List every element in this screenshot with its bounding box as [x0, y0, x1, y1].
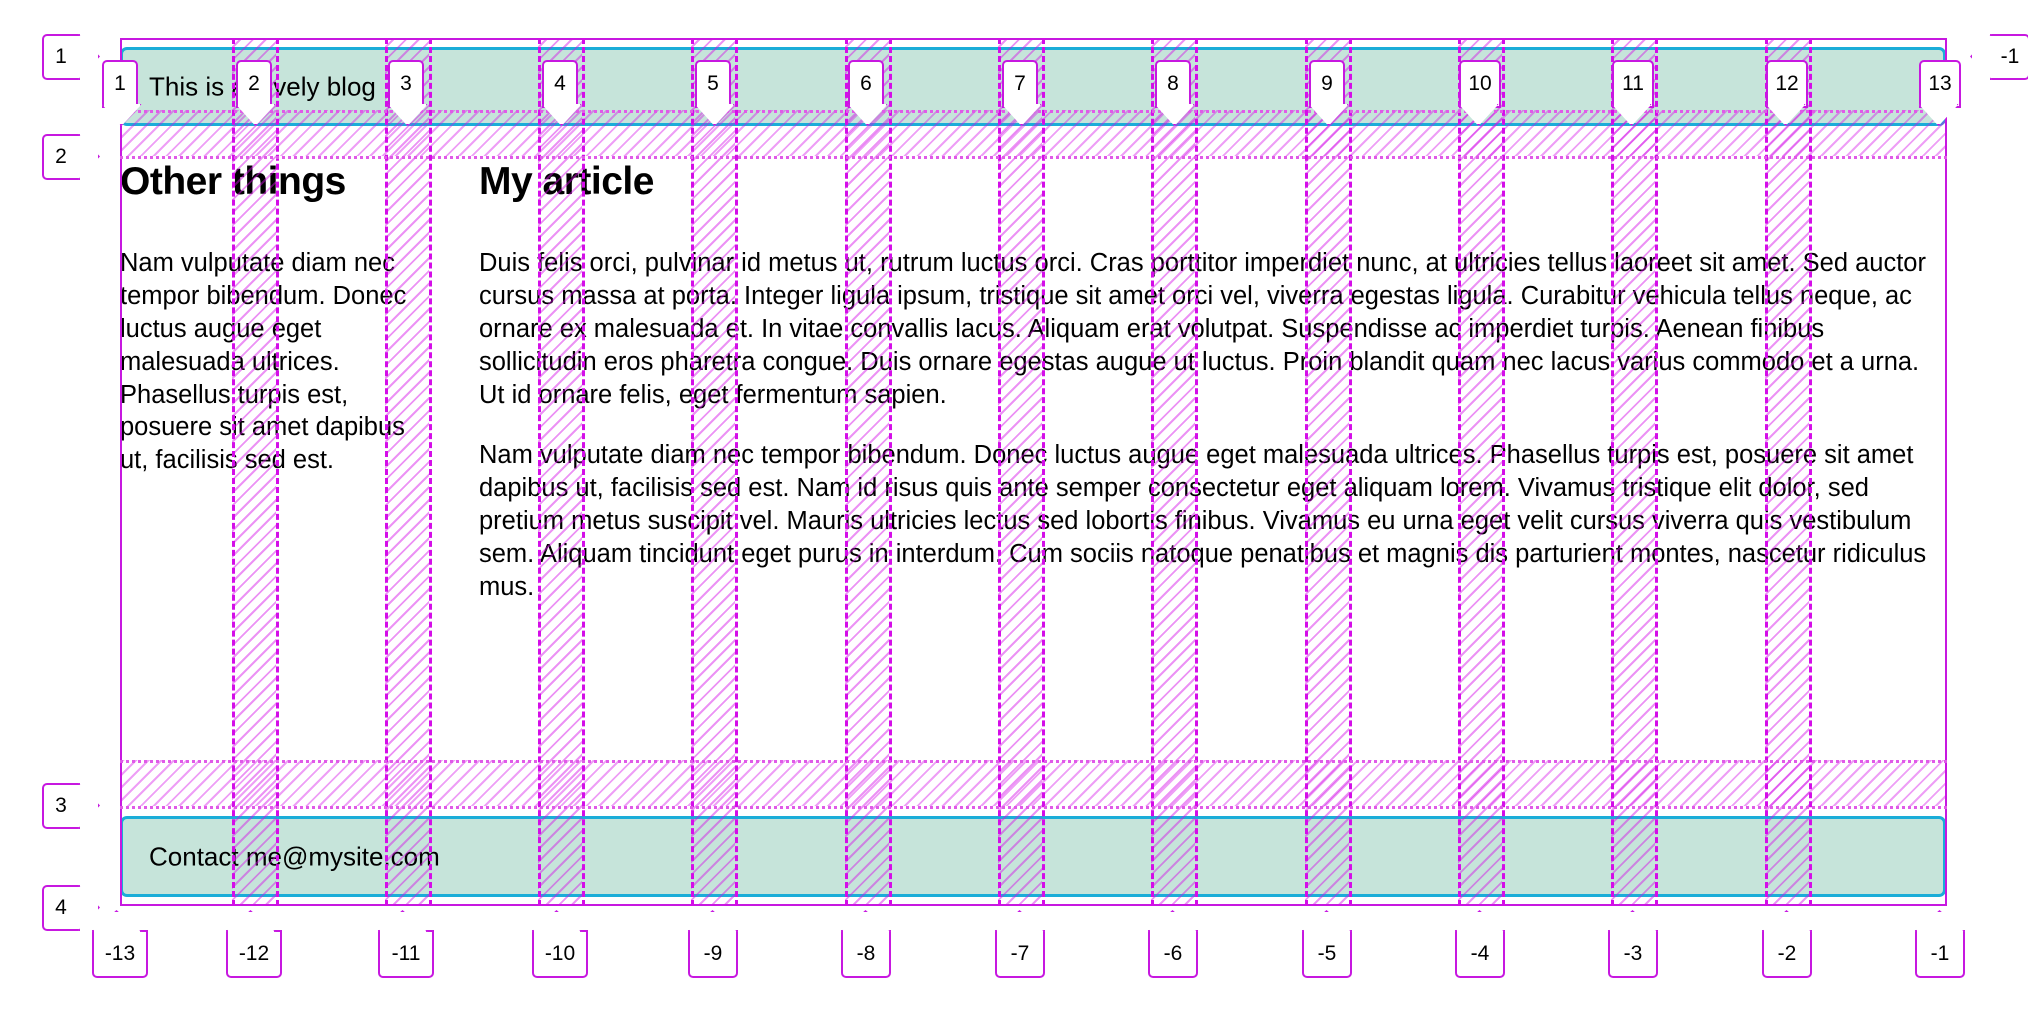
marker-label: -8	[856, 942, 876, 965]
marker-label: -7	[1010, 942, 1030, 965]
sidebar-heading: Other things	[120, 160, 346, 203]
marker-pointer	[1607, 910, 1658, 932]
article-my-article: My article Duis felis orci, pulvinar id …	[479, 160, 1946, 604]
column-line-marker--7[interactable]: -7	[994, 910, 1045, 978]
marker-pointer	[1761, 910, 1812, 932]
row-line-marker-1[interactable]: 1	[42, 33, 100, 80]
column-line-marker--8[interactable]: -8	[840, 910, 891, 978]
marker-pointer	[1970, 33, 1992, 80]
column-line-marker--13[interactable]: -13	[91, 910, 148, 978]
row-line-marker--1[interactable]: -1	[1970, 33, 2028, 80]
column-line-marker--6[interactable]: -6	[1147, 910, 1198, 978]
column-line-marker--2[interactable]: -2	[1761, 910, 1812, 978]
column-line-marker--3[interactable]: -3	[1607, 910, 1658, 978]
article-heading: My article	[479, 160, 654, 203]
marker-pointer	[687, 910, 738, 932]
marker-label: -6	[1163, 942, 1183, 965]
marker-label: 3	[55, 794, 67, 817]
inspected-page: This is a lovely blog Other things Nam v…	[120, 47, 1946, 897]
column-line-marker--11[interactable]: -11	[377, 910, 434, 978]
marker-label: -3	[1623, 942, 1643, 965]
marker-label: -1	[1930, 942, 1950, 965]
sidebar-other-things: Other things Nam vulputate diam nec temp…	[120, 160, 438, 477]
marker-label: -10	[544, 942, 576, 965]
marker-pointer	[377, 910, 428, 932]
site-header-text: This is a lovely blog	[149, 71, 376, 101]
site-footer[interactable]: Contact me@mysite.com	[120, 816, 1946, 897]
column-line-marker--5[interactable]: -5	[1301, 910, 1352, 978]
column-line-marker--10[interactable]: -10	[531, 910, 588, 978]
column-line-marker--1[interactable]: -1	[1914, 910, 1965, 978]
marker-pointer	[78, 884, 100, 931]
marker-pointer	[225, 910, 276, 932]
marker-label: -5	[1317, 942, 1337, 965]
marker-label: -13	[104, 942, 136, 965]
column-line-marker--4[interactable]: -4	[1454, 910, 1505, 978]
article-paragraph-1: Duis felis orci, pulvinar id metus ut, r…	[479, 248, 1926, 409]
marker-label: -1	[2000, 45, 2020, 68]
marker-label: -2	[1777, 942, 1797, 965]
grid-inspector-screenshot: This is a lovely blog Other things Nam v…	[0, 0, 2028, 1026]
marker-label: 2	[55, 145, 67, 168]
column-line-marker--12[interactable]: -12	[225, 910, 282, 978]
marker-label: 4	[55, 896, 67, 919]
marker-pointer	[531, 910, 582, 932]
marker-pointer	[994, 910, 1045, 932]
site-footer-text: Contact me@mysite.com	[149, 841, 440, 871]
marker-pointer	[1454, 910, 1505, 932]
marker-label: -12	[238, 942, 270, 965]
sidebar-paragraph-1: Nam vulputate diam nec tempor bibendum. …	[120, 248, 407, 475]
marker-pointer	[78, 782, 100, 829]
marker-label: -4	[1470, 942, 1490, 965]
row-line-marker-4[interactable]: 4	[42, 884, 100, 931]
marker-pointer	[840, 910, 891, 932]
marker-label: 1	[55, 45, 67, 68]
marker-label: -11	[391, 942, 421, 965]
marker-pointer	[78, 33, 100, 80]
site-header[interactable]: This is a lovely blog	[120, 47, 1946, 126]
row-line-marker-2[interactable]: 2	[42, 133, 100, 180]
column-line-marker--9[interactable]: -9	[687, 910, 738, 978]
marker-pointer	[1147, 910, 1198, 932]
article-paragraph-2: Nam vulputate diam nec tempor bibendum. …	[479, 441, 1927, 601]
marker-pointer	[1914, 910, 1965, 932]
page-content: Other things Nam vulputate diam nec temp…	[120, 160, 1946, 754]
marker-pointer	[78, 133, 100, 180]
marker-label: -9	[703, 942, 723, 965]
row-line-marker-3[interactable]: 3	[42, 782, 100, 829]
marker-pointer	[1301, 910, 1352, 932]
marker-pointer	[91, 910, 142, 932]
